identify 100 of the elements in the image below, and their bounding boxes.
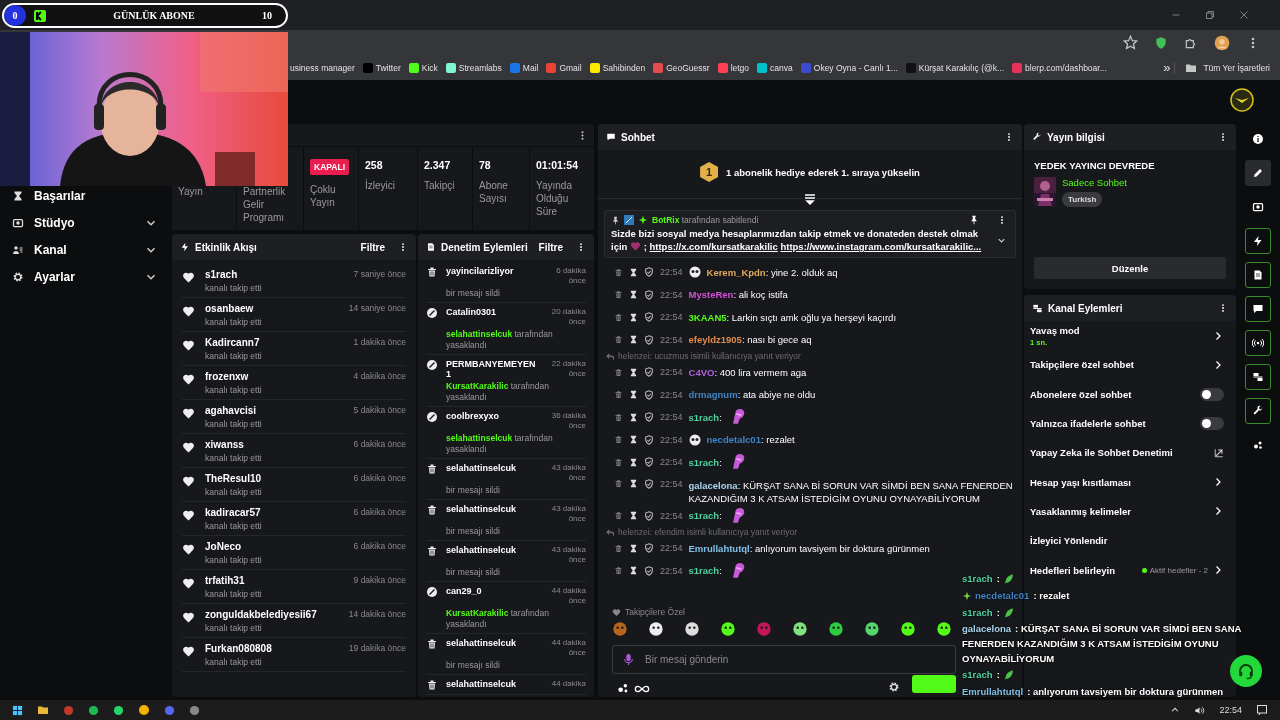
- star-icon[interactable]: [1123, 35, 1138, 50]
- bookmark[interactable]: Gmail: [542, 62, 586, 73]
- clock[interactable]: 22:54: [1219, 705, 1242, 715]
- delete-message-icon[interactable]: [614, 478, 623, 488]
- toggle-switch[interactable]: [1200, 417, 1224, 431]
- caret-up-icon[interactable]: [1170, 705, 1181, 715]
- bookmark[interactable]: Okey Oyna - Canlı 1...: [796, 62, 902, 73]
- emote-icon[interactable]: [936, 621, 952, 637]
- avatar-icon[interactable]: [1214, 34, 1230, 51]
- all-bookmarks-button[interactable]: Tüm Yer İşaretleri: [1174, 61, 1280, 74]
- timeout-icon[interactable]: [629, 290, 638, 300]
- delete-message-icon[interactable]: [614, 566, 623, 576]
- filter-button[interactable]: Filtre: [538, 241, 563, 253]
- bookmark[interactable]: Twitter: [358, 62, 405, 73]
- ban-user-icon[interactable]: [644, 389, 654, 400]
- emote-icon[interactable]: [648, 621, 664, 637]
- rail-button[interactable]: [1245, 160, 1271, 186]
- timeout-icon[interactable]: [629, 267, 638, 277]
- ban-user-icon[interactable]: [644, 312, 654, 323]
- ban-user-icon[interactable]: [644, 267, 654, 278]
- link[interactable]: https://x.com/kursatkarakilic: [649, 241, 778, 252]
- sidebar-item[interactable]: Kanal: [34, 242, 134, 257]
- delete-message-icon[interactable]: [614, 367, 623, 377]
- bookmark[interactable]: blerp.com/dashboar...: [1008, 62, 1111, 73]
- delete-message-icon[interactable]: [614, 543, 623, 553]
- edit-button[interactable]: Düzenle: [1034, 257, 1226, 279]
- collapse-icon[interactable]: [803, 193, 817, 205]
- ban-user-icon[interactable]: [644, 510, 654, 521]
- speaker-icon[interactable]: [1194, 704, 1206, 716]
- rail-button[interactable]: [1245, 364, 1271, 390]
- timeout-icon[interactable]: [629, 543, 638, 553]
- timeout-icon[interactable]: [629, 478, 638, 488]
- rail-button[interactable]: [1245, 296, 1271, 322]
- category-link[interactable]: Sadece Sohbet: [1062, 177, 1127, 188]
- delete-message-icon[interactable]: [614, 267, 623, 277]
- ban-user-icon[interactable]: [644, 434, 654, 445]
- timeout-icon[interactable]: [629, 390, 638, 400]
- dots-icon[interactable]: [616, 681, 630, 695]
- filter-button[interactable]: Filtre: [360, 241, 385, 253]
- timeout-icon[interactable]: [629, 457, 638, 467]
- sidebar-item[interactable]: Ayarlar: [34, 269, 134, 284]
- delete-message-icon[interactable]: [614, 335, 623, 345]
- bookmark[interactable]: Streamlabs: [441, 62, 506, 73]
- ban-user-icon[interactable]: [644, 334, 654, 345]
- delete-message-icon[interactable]: [614, 390, 623, 400]
- sidebar-item[interactable]: Stüdyo: [34, 215, 134, 230]
- ban-user-icon[interactable]: [644, 412, 654, 423]
- bookmark[interactable]: letgo: [713, 62, 754, 73]
- emote-icon[interactable]: [864, 621, 880, 637]
- start-icon[interactable]: [12, 704, 23, 716]
- bookmark[interactable]: Kick: [404, 62, 442, 73]
- timeout-icon[interactable]: [629, 435, 638, 445]
- rail-button[interactable]: [1245, 398, 1271, 424]
- delete-message-icon[interactable]: [614, 435, 623, 445]
- ban-user-icon[interactable]: [644, 367, 654, 378]
- rail-button[interactable]: [1245, 330, 1271, 356]
- emote-icon[interactable]: [828, 621, 844, 637]
- toggle-switch[interactable]: [1200, 387, 1224, 401]
- link[interactable]: https://www.instagram.com/kursatkarakilic...: [780, 241, 982, 252]
- more-bookmarks-button[interactable]: »: [1159, 60, 1175, 75]
- app-icon[interactable]: [88, 704, 99, 716]
- timeout-icon[interactable]: [629, 412, 638, 422]
- timeout-icon[interactable]: [629, 312, 638, 322]
- bookmark[interactable]: GeoGuessr: [649, 62, 714, 73]
- ban-user-icon[interactable]: [644, 565, 654, 576]
- bookmark[interactable]: Kürşat Karakılıç (@k...: [901, 62, 1008, 73]
- logo-icon[interactable]: [1230, 88, 1254, 112]
- emote-icon[interactable]: [792, 621, 808, 637]
- emote-icon[interactable]: [900, 621, 916, 637]
- bookmark[interactable]: canva: [753, 62, 797, 73]
- bookmark[interactable]: usiness manager: [286, 62, 359, 73]
- delete-message-icon[interactable]: [614, 511, 623, 521]
- restore-icon[interactable]: [1204, 9, 1216, 21]
- settings-icon[interactable]: [888, 681, 900, 693]
- sidebar-item[interactable]: Başarılar: [34, 188, 158, 203]
- notification-icon[interactable]: [1256, 704, 1268, 716]
- delete-message-icon[interactable]: [614, 290, 623, 300]
- rail-button[interactable]: [1245, 262, 1271, 288]
- timeout-icon[interactable]: [629, 566, 638, 576]
- close-icon[interactable]: [1238, 9, 1250, 21]
- app-icon[interactable]: [113, 704, 124, 716]
- delete-message-icon[interactable]: [614, 457, 623, 467]
- ban-user-icon[interactable]: [644, 457, 654, 468]
- ban-user-icon[interactable]: [644, 543, 654, 554]
- timeout-icon[interactable]: [629, 335, 638, 345]
- ban-user-icon[interactable]: [644, 289, 654, 300]
- timeout-icon[interactable]: [629, 511, 638, 521]
- browser-icon[interactable]: [138, 704, 150, 716]
- emote-icon[interactable]: [720, 621, 736, 637]
- bookmark[interactable]: Sahibinden: [585, 62, 650, 73]
- delete-message-icon[interactable]: [614, 412, 623, 422]
- emote-icon[interactable]: [684, 621, 700, 637]
- rail-button[interactable]: [1245, 228, 1271, 254]
- timeout-icon[interactable]: [629, 367, 638, 377]
- app-icon[interactable]: [189, 704, 200, 716]
- folder-icon[interactable]: [37, 704, 49, 716]
- shield-icon[interactable]: [1154, 35, 1168, 50]
- delete-message-icon[interactable]: [614, 312, 623, 322]
- external-link-icon[interactable]: [1214, 447, 1224, 458]
- app-icon[interactable]: [164, 704, 175, 716]
